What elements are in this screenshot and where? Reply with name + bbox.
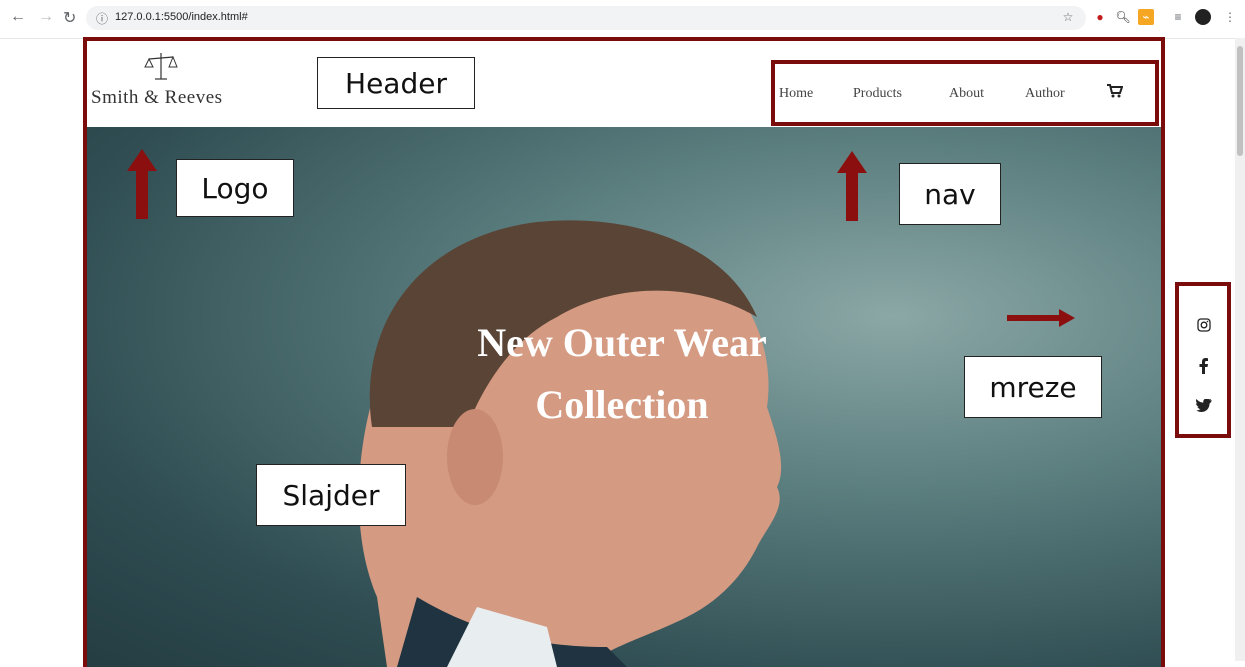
reload-icon[interactable]: ↻	[63, 8, 76, 28]
arrow-up-icon	[837, 151, 867, 221]
nav-author[interactable]: Author	[1025, 86, 1065, 102]
annotation-mreze: mreze	[964, 356, 1102, 418]
annotation-slajder: Slajder	[256, 464, 406, 526]
logo-text: Smith & Reeves	[91, 87, 223, 108]
cart-icon[interactable]	[1107, 84, 1123, 98]
logo[interactable]: Smith & Reeves	[91, 51, 251, 111]
search-extension-icon[interactable]: 🔍︎	[1115, 9, 1131, 25]
instagram-icon[interactable]	[1197, 318, 1211, 332]
slider: New Outer Wear Collection Logo nav mreze…	[83, 127, 1165, 667]
nav-about[interactable]: About	[949, 86, 984, 102]
facebook-icon[interactable]	[1199, 358, 1209, 374]
scales-logo-icon	[144, 53, 178, 80]
profile-avatar-icon[interactable]	[1195, 9, 1211, 25]
twitter-icon[interactable]	[1196, 399, 1212, 412]
ublock-icon[interactable]: ●	[1092, 9, 1108, 25]
info-icon[interactable]: ⓘ	[96, 10, 108, 27]
menu-icon[interactable]: ⋮	[1222, 9, 1238, 25]
slider-title-line-2: Collection	[535, 382, 709, 427]
media-icon[interactable]: ≡	[1170, 9, 1186, 25]
arrow-up-icon	[127, 149, 157, 219]
browser-toolbar: ← → ↻ ⓘ 127.0.0.1:5500/index.html# ☆ ● 🔍…	[0, 0, 1245, 39]
page-scrollbar[interactable]	[1235, 38, 1245, 661]
annotation-header: Header	[317, 57, 475, 109]
star-icon[interactable]: ☆	[1060, 9, 1076, 25]
annotation-logo: Logo	[176, 159, 294, 217]
back-icon[interactable]: ←	[10, 8, 26, 26]
forward-icon[interactable]: →	[38, 8, 54, 26]
slider-title-line-1: New Outer Wear	[477, 320, 767, 365]
social-links	[1175, 282, 1231, 438]
scrollbar-thumb[interactable]	[1237, 46, 1243, 156]
annotation-nav: nav	[899, 163, 1001, 225]
header: Smith & Reeves Header Home Products Abou…	[83, 37, 1165, 131]
nav-home[interactable]: Home	[779, 86, 813, 102]
arrow-right-icon	[1007, 309, 1075, 327]
nav-products[interactable]: Products	[853, 86, 902, 102]
slider-title: New Outer Wear Collection	[397, 312, 847, 436]
rss-icon[interactable]: ⌁	[1138, 9, 1154, 25]
address-bar[interactable]: ⓘ 127.0.0.1:5500/index.html#	[86, 6, 1086, 30]
nav: Home Products About Author	[771, 60, 1159, 126]
url-text[interactable]: 127.0.0.1:5500/index.html#	[115, 11, 248, 23]
